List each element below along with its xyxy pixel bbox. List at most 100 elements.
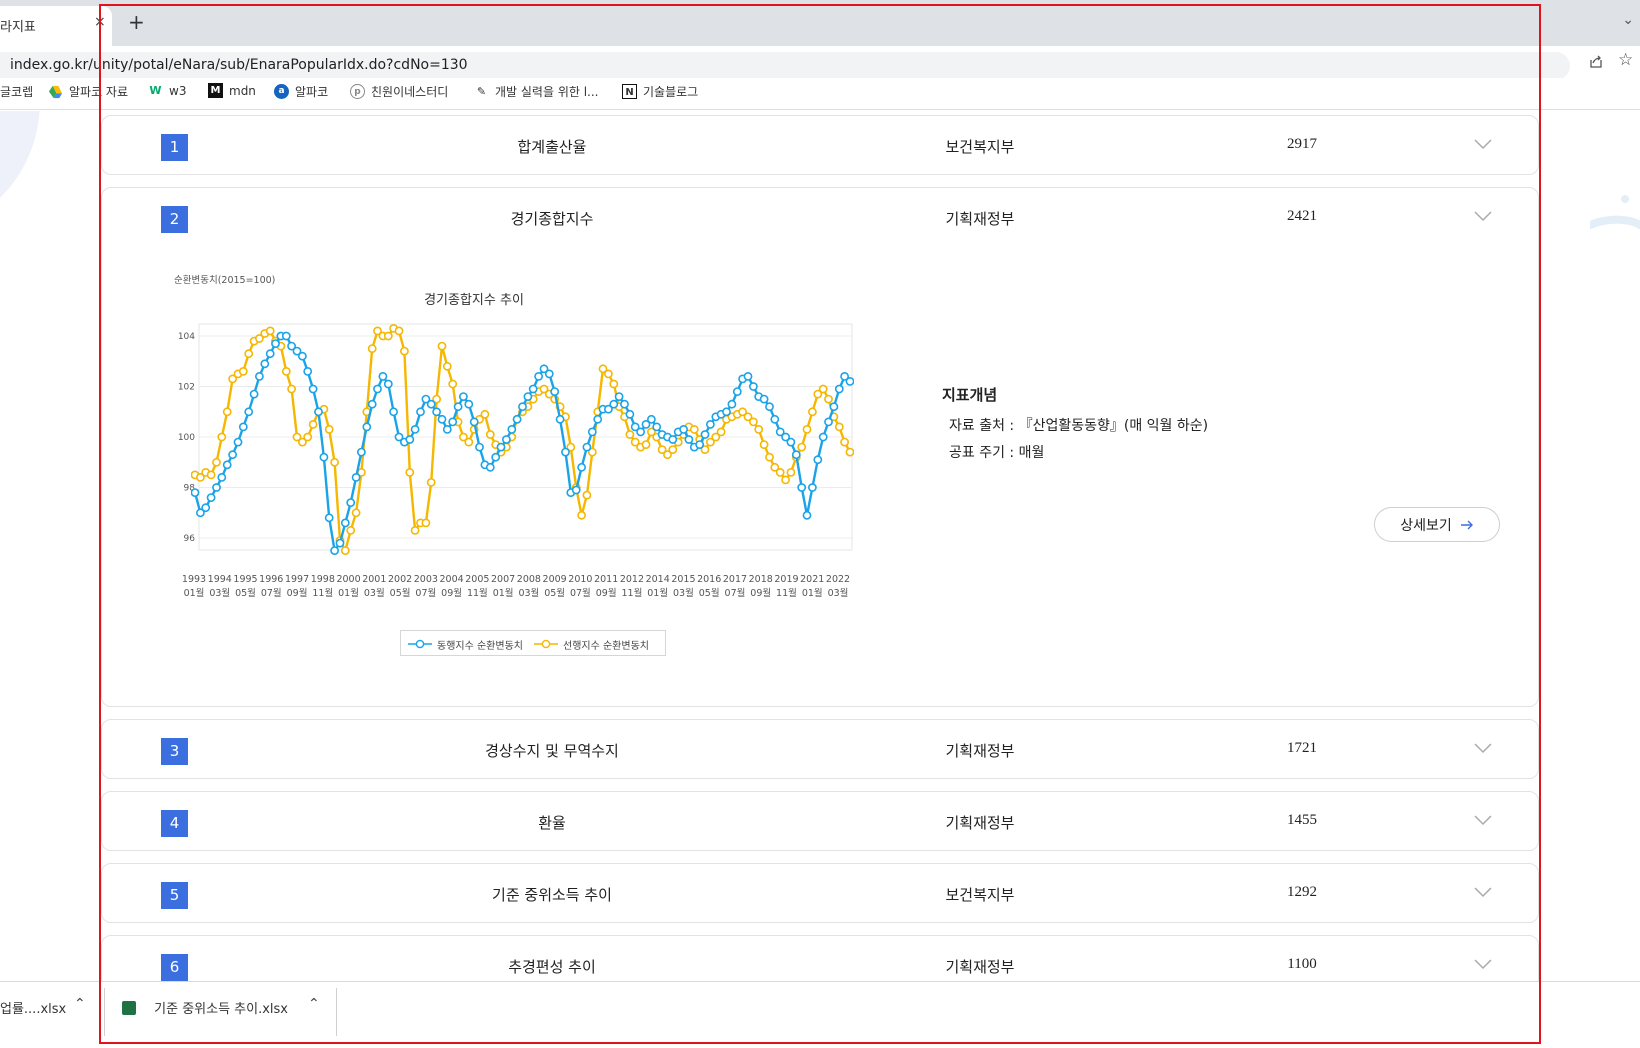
data-point <box>308 419 318 429</box>
source-label: 자료 출처 : <box>949 418 1015 434</box>
close-tab-icon[interactable]: × <box>94 14 106 30</box>
chevron-up-icon[interactable]: ⌃ <box>74 996 86 1012</box>
data-point <box>233 437 243 447</box>
indicator-row[interactable]: 6 추경편성 추이 기획재정부 1100 <box>101 935 1539 981</box>
bookmark-item[interactable]: ✎ 개발 실력을 위한 l... <box>474 83 599 100</box>
data-point <box>437 341 447 351</box>
bookmark-item[interactable]: a 알파코 <box>274 83 328 100</box>
tab-search-chevron-icon[interactable]: ⌄ <box>1622 12 1634 28</box>
chevron-down-icon[interactable] <box>1474 814 1492 826</box>
chevron-down-icon[interactable] <box>1474 886 1492 898</box>
mdn-icon: M <box>208 83 223 98</box>
row-number: 2 <box>161 206 188 233</box>
data-point <box>201 503 211 513</box>
bookmark-item[interactable]: 글코렙 <box>0 83 33 100</box>
x-tick-month: 05월 <box>544 587 565 599</box>
chevron-down-icon[interactable] <box>1474 210 1492 222</box>
x-tick-year: 2012 <box>620 574 644 585</box>
data-point <box>255 372 264 381</box>
data-point <box>222 460 232 470</box>
bookmark-item[interactable]: 알파코 자료 <box>48 83 128 100</box>
browser-tab[interactable]: 라지표 × <box>0 6 112 46</box>
data-point <box>507 424 517 434</box>
data-point <box>448 417 458 427</box>
new-tab-button[interactable]: + <box>128 10 145 34</box>
data-point <box>786 437 796 447</box>
data-point <box>399 346 409 356</box>
data-point <box>469 417 479 427</box>
data-point <box>191 488 200 497</box>
data-point <box>587 427 597 437</box>
chevron-down-icon[interactable] <box>1474 742 1492 754</box>
data-point <box>824 394 833 404</box>
legend-label: 동행지수 순환변동치 <box>437 641 523 652</box>
data-point <box>464 399 474 409</box>
data-point <box>287 384 297 394</box>
indicator-row[interactable]: 4 환율 기획재정부 1455 <box>101 791 1539 851</box>
data-point <box>765 452 774 462</box>
bookmark-label: mdn <box>229 83 256 98</box>
indicator-row[interactable]: 5 기준 중위소득 추이 보건복지부 1292 <box>101 863 1539 923</box>
data-point <box>217 472 227 482</box>
bookmark-label: 알파코 <box>295 85 329 99</box>
data-point <box>534 372 543 381</box>
indicator-row[interactable]: 1 합계출산율 보건복지부 2917 <box>101 115 1539 175</box>
data-point <box>775 467 785 477</box>
data-point <box>405 467 415 477</box>
data-point <box>464 437 474 447</box>
data-point <box>448 379 458 389</box>
tab-strip: 라지표 × + ⌄ <box>0 0 1640 46</box>
x-tick-month: 09월 <box>441 587 462 599</box>
pen-icon: ✎ <box>476 85 487 98</box>
bookmark-item[interactable]: W w3 <box>148 83 186 98</box>
url-input[interactable]: index.go.kr/unity/potal/eNara/sub/EnaraP… <box>0 52 1570 80</box>
page-content: 1 합계출산율 보건복지부 2917 2 경기종합지수 기획재정부 2421 순… <box>0 111 1640 981</box>
bookmark-star-icon[interactable]: ☆ <box>1618 50 1633 70</box>
chevron-up-icon[interactable]: ⌃ <box>308 996 320 1012</box>
decorative-circle <box>0 111 40 231</box>
data-point <box>206 493 216 502</box>
data-point <box>641 440 651 449</box>
detail-view-button[interactable]: 상세보기 <box>1374 507 1500 542</box>
data-point <box>646 414 656 424</box>
data-point <box>840 437 849 447</box>
data-point <box>405 435 415 444</box>
data-point <box>652 422 662 432</box>
data-point <box>759 440 769 449</box>
bookmark-item[interactable]: p 친원이네스터디 <box>350 83 448 100</box>
download-item[interactable]: 업률....xlsx <box>0 998 66 1017</box>
row-view-count: 1455 <box>1287 812 1317 828</box>
data-point <box>749 382 758 391</box>
chevron-down-icon[interactable] <box>1474 138 1492 150</box>
data-point <box>818 432 828 442</box>
data-point <box>577 510 586 520</box>
data-point <box>786 467 796 477</box>
row-number: 5 <box>161 882 188 909</box>
chevron-down-icon[interactable] <box>1474 958 1492 970</box>
bookmark-item[interactable]: N 기술블로그 <box>622 83 698 100</box>
indicator-row-expanded[interactable]: 2 경기종합지수 기획재정부 2421 순환변동치(2015=100) 경기종합… <box>101 187 1539 707</box>
y-tick-label: 96 <box>184 534 196 544</box>
share-icon[interactable] <box>1588 53 1604 69</box>
download-item[interactable]: 기준 중위소득 추이.xlsx <box>122 998 288 1017</box>
data-point <box>244 349 254 359</box>
data-point <box>813 455 823 465</box>
indicator-row[interactable]: 3 경상수지 및 무역수지 기획재정부 1721 <box>101 719 1539 779</box>
bookmark-item[interactable]: M mdn <box>208 83 256 98</box>
data-point <box>335 538 345 548</box>
data-point <box>577 462 586 472</box>
x-tick-year: 2009 <box>543 574 567 585</box>
data-point <box>458 392 468 402</box>
data-point <box>834 422 844 432</box>
x-tick-year: 2011 <box>594 574 618 585</box>
x-tick-year: 2002 <box>388 574 412 585</box>
legend-label: 선행지수 순환변동치 <box>563 641 649 652</box>
data-point <box>716 427 726 437</box>
download-filename: 업률....xlsx <box>0 1002 67 1017</box>
series-1 <box>191 324 854 555</box>
data-point <box>303 367 313 376</box>
data-point <box>625 409 635 419</box>
data-point <box>410 525 420 535</box>
data-point <box>346 498 356 507</box>
data-point <box>620 399 629 409</box>
